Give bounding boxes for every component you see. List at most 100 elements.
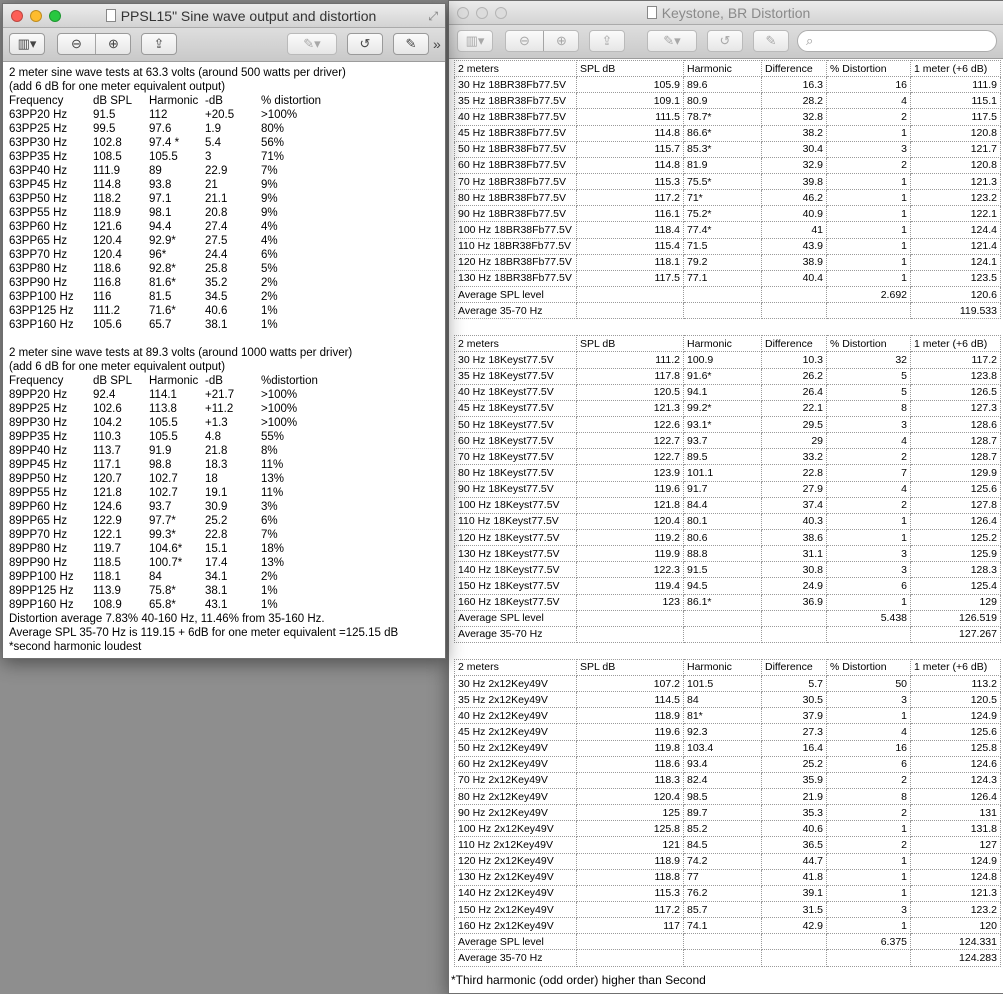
table-cell[interactable]: 123.9 (576, 464, 684, 482)
rotate-button[interactable]: ↺ (347, 33, 383, 55)
table-cell[interactable]: 118.1 (576, 253, 684, 271)
table-cell[interactable]: 118.3 (576, 771, 684, 790)
table-cell[interactable]: 127.3 (910, 399, 1001, 417)
table-cell[interactable]: 40 Hz 2x12Key49V (454, 707, 577, 725)
table-cell[interactable]: 124.1 (910, 253, 1001, 271)
table-cell[interactable]: 90 Hz 18Keyst77.5V (454, 480, 577, 498)
table-cell[interactable]: 43.9 (761, 237, 827, 255)
table-cell[interactable]: 45 Hz 2x12Key49V (454, 723, 577, 741)
annotate-button[interactable]: ✎▾ (647, 30, 697, 52)
table-cell[interactable]: 36.5 (761, 836, 827, 854)
table-cell[interactable]: Average SPL level (454, 609, 577, 627)
table-cell[interactable]: 130 Hz 18Keyst77.5V (454, 545, 577, 563)
table-cell[interactable]: 1 (826, 172, 911, 191)
table-cell[interactable]: 128.7 (910, 448, 1001, 466)
table-cell[interactable]: 126.519 (910, 609, 1001, 627)
share-button[interactable]: ⇪ (141, 33, 177, 55)
table-cell[interactable]: 125.2 (910, 528, 1001, 547)
table-cell[interactable]: 60 Hz 2x12Key49V (454, 755, 577, 773)
table-cell[interactable]: 5 (826, 367, 911, 385)
table-cell[interactable]: 35 Hz 2x12Key49V (454, 691, 577, 709)
table-cell[interactable]: 37.9 (761, 707, 827, 725)
table-cell[interactable]: 8 (826, 788, 911, 806)
table-cell[interactable]: % Distortion (826, 60, 911, 78)
table-cell[interactable]: 26.2 (761, 367, 827, 385)
table-cell[interactable]: 120.5 (910, 691, 1001, 709)
table-cell[interactable]: 32.8 (761, 108, 827, 126)
table-cell[interactable]: 121.8 (576, 496, 684, 514)
table-cell[interactable]: 24.9 (761, 577, 827, 595)
table-cell[interactable]: 128.3 (910, 561, 1001, 579)
table-cell[interactable]: 3 (826, 561, 911, 579)
table-cell[interactable]: 81* (683, 707, 762, 725)
table-cell[interactable]: 30 Hz 2x12Key49V (454, 675, 577, 693)
table-cell[interactable]: 71* (683, 189, 762, 207)
table-cell[interactable]: 120.4 (576, 788, 684, 806)
table-cell[interactable]: 6.375 (826, 933, 911, 951)
table-cell[interactable] (576, 302, 684, 320)
table-cell[interactable]: 85.2 (683, 820, 762, 838)
table-cell[interactable]: Harmonic (683, 658, 762, 677)
table-cell[interactable]: Average 35-70 Hz (454, 625, 577, 643)
table-cell[interactable]: 94.1 (683, 383, 762, 401)
table-cell[interactable]: 105.9 (576, 76, 684, 94)
table-cell[interactable]: 1 (826, 528, 911, 547)
table-cell[interactable]: 100 Hz 2x12Key49V (454, 820, 577, 838)
table-cell[interactable]: 40.6 (761, 820, 827, 838)
share-button[interactable]: ⇪ (589, 30, 625, 52)
table-cell[interactable]: 103.4 (683, 739, 762, 757)
table-cell[interactable]: 111.5 (576, 108, 684, 126)
table-cell[interactable]: 10.3 (761, 351, 827, 369)
table-cell[interactable]: 35.9 (761, 771, 827, 790)
table-cell[interactable]: 16 (826, 739, 911, 757)
table-cell[interactable]: 120 (910, 917, 1001, 935)
table-cell[interactable]: 126.4 (910, 788, 1001, 806)
table-cell[interactable]: 128.7 (910, 432, 1001, 450)
table-cell[interactable]: 90 Hz 2x12Key49V (454, 804, 577, 822)
table-cell[interactable]: 44.7 (761, 852, 827, 870)
table-cell[interactable]: 1 (826, 189, 911, 207)
table-cell[interactable] (826, 302, 911, 320)
table-cell[interactable]: 119.9 (576, 545, 684, 563)
table-cell[interactable]: 40.4 (761, 269, 827, 287)
table-cell[interactable]: Average SPL level (454, 285, 577, 304)
table-cell[interactable]: 1 (826, 884, 911, 903)
table-cell[interactable]: 85.3* (683, 140, 762, 158)
table-cell[interactable]: 80.1 (683, 512, 762, 530)
table-cell[interactable]: 140 Hz 18Keyst77.5V (454, 561, 577, 579)
table-cell[interactable] (576, 609, 684, 627)
table-cell[interactable]: 127 (910, 836, 1001, 854)
table-cell[interactable]: 82.4 (683, 771, 762, 790)
edit-button[interactable]: ✎ (753, 30, 789, 52)
table-cell[interactable]: 1 meter (+6 dB) (910, 335, 1001, 353)
table-cell[interactable]: 4 (826, 723, 911, 741)
table-cell[interactable]: 85.7 (683, 901, 762, 919)
table-cell[interactable]: 22.8 (761, 464, 827, 482)
table-cell[interactable]: 100 Hz 18BR38Fb77.5V (454, 221, 577, 239)
table-cell[interactable]: 127.267 (910, 625, 1001, 643)
table-cell[interactable]: 1 (826, 707, 911, 725)
table-cell[interactable]: 99.2* (683, 399, 762, 417)
table-cell[interactable]: 8 (826, 399, 911, 417)
table-cell[interactable] (683, 302, 762, 320)
keystone-window[interactable]: Keystone, BR Distortion ▥▾ ⊖ ⊕ ⇪ ✎▾ ↺ ✎ … (448, 0, 1003, 994)
table-cell[interactable]: 2 (826, 156, 911, 174)
table-cell[interactable]: 78.7* (683, 108, 762, 126)
table-cell[interactable]: 77.1 (683, 269, 762, 287)
table-cell[interactable]: 93.4 (683, 755, 762, 773)
table-cell[interactable]: 160 Hz 2x12Key49V (454, 917, 577, 935)
table-cell[interactable]: 121.3 (910, 172, 1001, 191)
table-cell[interactable]: 2 (826, 771, 911, 790)
table-cell[interactable]: 115.3 (576, 884, 684, 903)
table-cell[interactable] (761, 609, 827, 627)
table-cell[interactable]: 38.6 (761, 528, 827, 547)
table-cell[interactable]: 122.7 (576, 448, 684, 466)
table-cell[interactable]: SPL dB (576, 60, 684, 78)
table-cell[interactable]: 50 (826, 675, 911, 693)
table-cell[interactable]: 1 (826, 852, 911, 870)
table-cell[interactable]: 26.4 (761, 383, 827, 401)
table-cell[interactable]: 124.3 (910, 771, 1001, 790)
table-cell[interactable]: 50 Hz 18Keyst77.5V (454, 415, 577, 434)
table-cell[interactable]: 123.5 (910, 269, 1001, 287)
table-cell[interactable]: 1 meter (+6 dB) (910, 658, 1001, 677)
